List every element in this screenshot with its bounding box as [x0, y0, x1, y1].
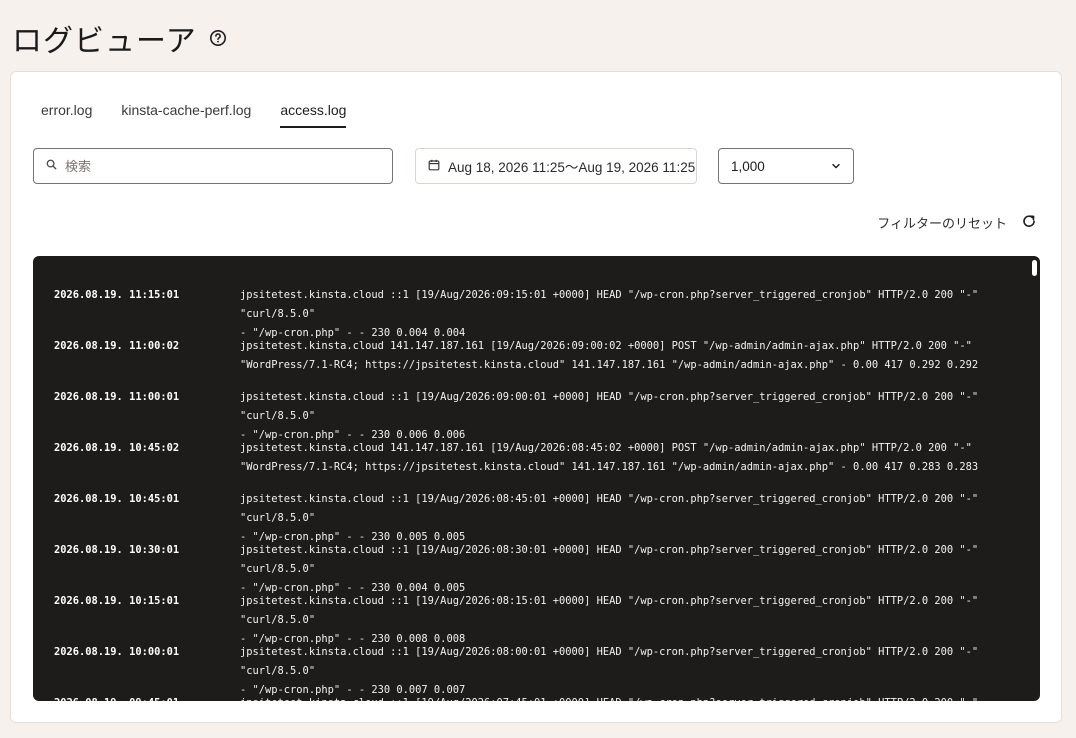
calendar-icon [428, 159, 440, 174]
log-entry-time: 2026.08.19. 09:45:01 [54, 694, 240, 701]
page-header: ログビューア [12, 16, 227, 60]
log-entry-message: jpsitetest.kinsta.cloud ::1 [19/Aug/2026… [240, 694, 1020, 701]
log-entry: 2026.08.19. 10:00:01 jpsitetest.kinsta.cl… [54, 643, 1020, 696]
tab-kinsta-cache-perf-log[interactable]: kinsta-cache-perf.log [121, 102, 251, 128]
log-entry-time: 2026.08.19. 11:00:01 [54, 391, 180, 403]
date-range-value: Aug 18, 2026 11:25〜Aug 19, 2026 11:25 [448, 160, 696, 175]
log-entry-time: 2026.08.19. 10:00:01 [54, 646, 180, 658]
log-entry: 2026.08.19. 10:45:01 jpsitetest.kinsta.cl… [54, 490, 1020, 543]
reset-filters-button[interactable]: フィルターのリセット [877, 213, 1037, 232]
help-circle-icon[interactable] [209, 29, 227, 47]
log-entry: 2026.08.19. 10:30:01 jpsitetest.kinsta.cl… [54, 541, 1020, 594]
log-entry-message: jpsitetest.kinsta.cloud ::1 [19/Aug/2026… [240, 544, 979, 594]
scrollbar-thumb[interactable] [1032, 260, 1037, 276]
log-entry: 2026.08.19. 10:15:01 jpsitetest.kinsta.cl… [54, 592, 1020, 645]
tab-access-log[interactable]: access.log [280, 102, 347, 128]
log-entry-message: jpsitetest.kinsta.cloud 141.147.187.161 … [240, 442, 979, 473]
log-entry: 2026.08.19. 11:15:01 jpsitetest.kinsta.cl… [54, 286, 1020, 339]
log-entry: 2026.08.19. 11:00:01 jpsitetest.kinsta.cl… [54, 388, 1020, 441]
search-box[interactable] [33, 148, 393, 184]
log-entry: 2026.08.19. 09:45:01jpsitetest.kinsta.cl… [54, 694, 1020, 701]
log-output-panel[interactable]: 2026.08.19. 11:15:01 jpsitetest.kinsta.cl… [33, 256, 1040, 701]
search-icon [46, 157, 57, 175]
log-entry: 2026.08.19. 10:45:02 jpsitetest.kinsta.cl… [54, 439, 1020, 490]
log-entry: 2026.08.19. 11:00:02 jpsitetest.kinsta.cl… [54, 337, 1020, 388]
log-entry-message: jpsitetest.kinsta.cloud ::1 [19/Aug/2026… [240, 289, 979, 339]
log-entry-time: 2026.08.19. 10:30:01 [54, 544, 180, 556]
log-entry-time: 2026.08.19. 10:45:02 [54, 442, 180, 454]
log-entry-message: jpsitetest.kinsta.cloud ::1 [19/Aug/2026… [240, 391, 979, 441]
log-entry-message: jpsitetest.kinsta.cloud ::1 [19/Aug/2026… [240, 595, 979, 645]
log-entry-message: jpsitetest.kinsta.cloud ::1 [19/Aug/2026… [240, 646, 979, 696]
log-viewer-card: error.log kinsta-cache-perf.log access.log… [10, 71, 1062, 723]
date-range-picker[interactable]: Aug 18, 2026 11:25〜Aug 19, 2026 11:25 [415, 148, 697, 184]
log-entry-time: 2026.08.19. 11:15:01 [54, 289, 180, 301]
log-entry-message: jpsitetest.kinsta.cloud 141.147.187.161 … [240, 340, 979, 371]
log-entry-message: jpsitetest.kinsta.cloud ::1 [19/Aug/2026… [240, 493, 979, 543]
row-limit-select[interactable]: 1,000 [718, 148, 854, 184]
log-entries-list: 2026.08.19. 11:15:01 jpsitetest.kinsta.cl… [54, 286, 1020, 701]
refresh-icon[interactable] [1021, 213, 1037, 232]
log-entry-time: 2026.08.19. 10:15:01 [54, 595, 180, 607]
chevron-down-icon [831, 159, 841, 174]
reset-filters-label: フィルターのリセット [877, 216, 1007, 231]
log-entry-time: 2026.08.19. 11:00:02 [54, 340, 180, 352]
tab-error-log[interactable]: error.log [41, 102, 92, 128]
log-file-tabs: error.log kinsta-cache-perf.log access.log [41, 102, 347, 128]
log-entry-time: 2026.08.19. 10:45:01 [54, 493, 180, 505]
page-title: ログビューア [12, 25, 197, 58]
row-limit-value: 1,000 [731, 158, 765, 174]
search-input[interactable] [65, 158, 365, 174]
